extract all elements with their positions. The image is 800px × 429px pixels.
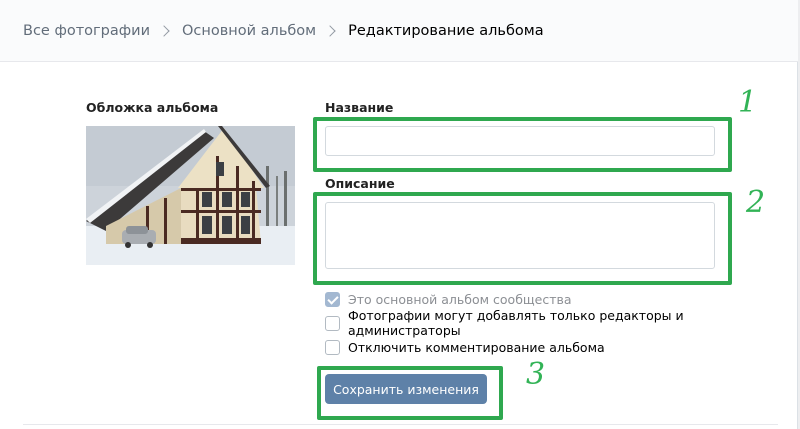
option-disable-comments-label[interactable]: Отключить комментирование альбома xyxy=(348,340,605,355)
annotation-number-3: 3 xyxy=(526,357,546,392)
cover-label: Обложка альбома xyxy=(86,100,219,115)
name-label: Название xyxy=(325,100,394,115)
option-editors-only[interactable]: Фотографии могут добавлять только редакт… xyxy=(325,308,797,338)
description-label: Описание xyxy=(325,176,395,191)
checkbox-disable-comments[interactable] xyxy=(325,339,340,355)
option-main-album: Это основной альбом сообщества xyxy=(325,291,572,307)
option-main-album-label: Это основной альбом сообщества xyxy=(348,291,572,307)
breadcrumb: Все фотографии Основной альбом Редактиро… xyxy=(0,0,798,62)
save-changes-button[interactable]: Сохранить изменения xyxy=(325,374,487,404)
option-editors-only-label[interactable]: Фотографии могут добавлять только редакт… xyxy=(348,308,797,338)
page-title: Редактирование альбома xyxy=(348,22,544,39)
album-cover-image[interactable] xyxy=(86,126,295,265)
annotation-number-1: 1 xyxy=(738,85,758,120)
checkbox-main-album xyxy=(325,291,340,307)
chevron-right-icon xyxy=(158,24,170,37)
divider xyxy=(23,424,778,425)
annotation-number-2: 2 xyxy=(746,185,766,220)
album-name-input[interactable] xyxy=(325,126,715,156)
album-description-textarea[interactable] xyxy=(325,202,715,269)
chevron-right-icon xyxy=(324,24,336,37)
breadcrumb-all-photos[interactable]: Все фотографии xyxy=(23,23,150,39)
checkbox-editors-only[interactable] xyxy=(325,315,340,331)
breadcrumb-main-album[interactable]: Основной альбом xyxy=(182,23,316,39)
album-edit-card: Все фотографии Основной альбом Редактиро… xyxy=(0,0,798,429)
option-disable-comments[interactable]: Отключить комментирование альбома xyxy=(325,339,605,355)
